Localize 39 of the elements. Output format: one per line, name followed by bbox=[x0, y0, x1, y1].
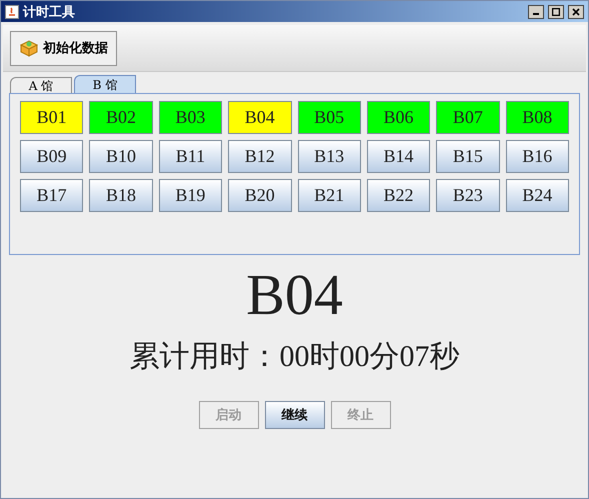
seat-button[interactable]: B15 bbox=[436, 140, 500, 173]
app-icon bbox=[5, 4, 19, 18]
minimize-button[interactable] bbox=[528, 4, 544, 18]
close-button[interactable] bbox=[568, 4, 584, 18]
current-seat: B04 bbox=[246, 263, 343, 327]
maximize-icon bbox=[552, 8, 560, 16]
seat-button[interactable]: B06 bbox=[366, 101, 430, 134]
seat-button[interactable]: B21 bbox=[298, 179, 361, 212]
seat-button[interactable]: B01 bbox=[20, 101, 84, 134]
seat-button[interactable]: B16 bbox=[506, 140, 569, 173]
seat-button[interactable]: B09 bbox=[20, 140, 84, 173]
minimize-icon bbox=[533, 13, 539, 15]
seat-button[interactable]: B18 bbox=[89, 179, 153, 212]
seat-button[interactable]: B12 bbox=[228, 140, 292, 173]
seat-button[interactable]: B11 bbox=[158, 140, 222, 173]
tab[interactable]: A 馆 bbox=[10, 77, 72, 93]
seat-button[interactable]: B20 bbox=[228, 179, 292, 212]
seat-button[interactable]: B19 bbox=[158, 179, 222, 212]
seat-button[interactable]: B03 bbox=[158, 101, 222, 134]
seat-button[interactable]: B07 bbox=[436, 101, 500, 134]
window-title: 计时工具 bbox=[23, 2, 75, 21]
seat-button[interactable]: B02 bbox=[89, 101, 153, 134]
close-icon bbox=[572, 8, 580, 16]
elapsed-time: 累计用时：00时00分07秒 bbox=[130, 339, 460, 375]
seat-button[interactable]: B05 bbox=[298, 101, 361, 134]
maximize-button[interactable] bbox=[548, 4, 564, 18]
seat-button[interactable]: B04 bbox=[228, 101, 292, 134]
tab[interactable]: B 馆 bbox=[74, 75, 136, 93]
seat-button[interactable]: B24 bbox=[506, 179, 569, 212]
seat-button[interactable]: B23 bbox=[436, 179, 500, 212]
seat-button[interactable]: B13 bbox=[298, 140, 361, 173]
seat-button[interactable]: B08 bbox=[506, 101, 569, 134]
init-data-button[interactable]: 初始化数据 bbox=[10, 30, 117, 66]
seat-button[interactable]: B14 bbox=[366, 140, 430, 173]
seat-button[interactable]: B17 bbox=[20, 179, 84, 212]
seat-button[interactable]: B10 bbox=[89, 140, 153, 173]
seat-button[interactable]: B22 bbox=[366, 179, 430, 212]
control-button[interactable]: 继续 bbox=[264, 401, 324, 429]
box-icon bbox=[19, 38, 39, 58]
